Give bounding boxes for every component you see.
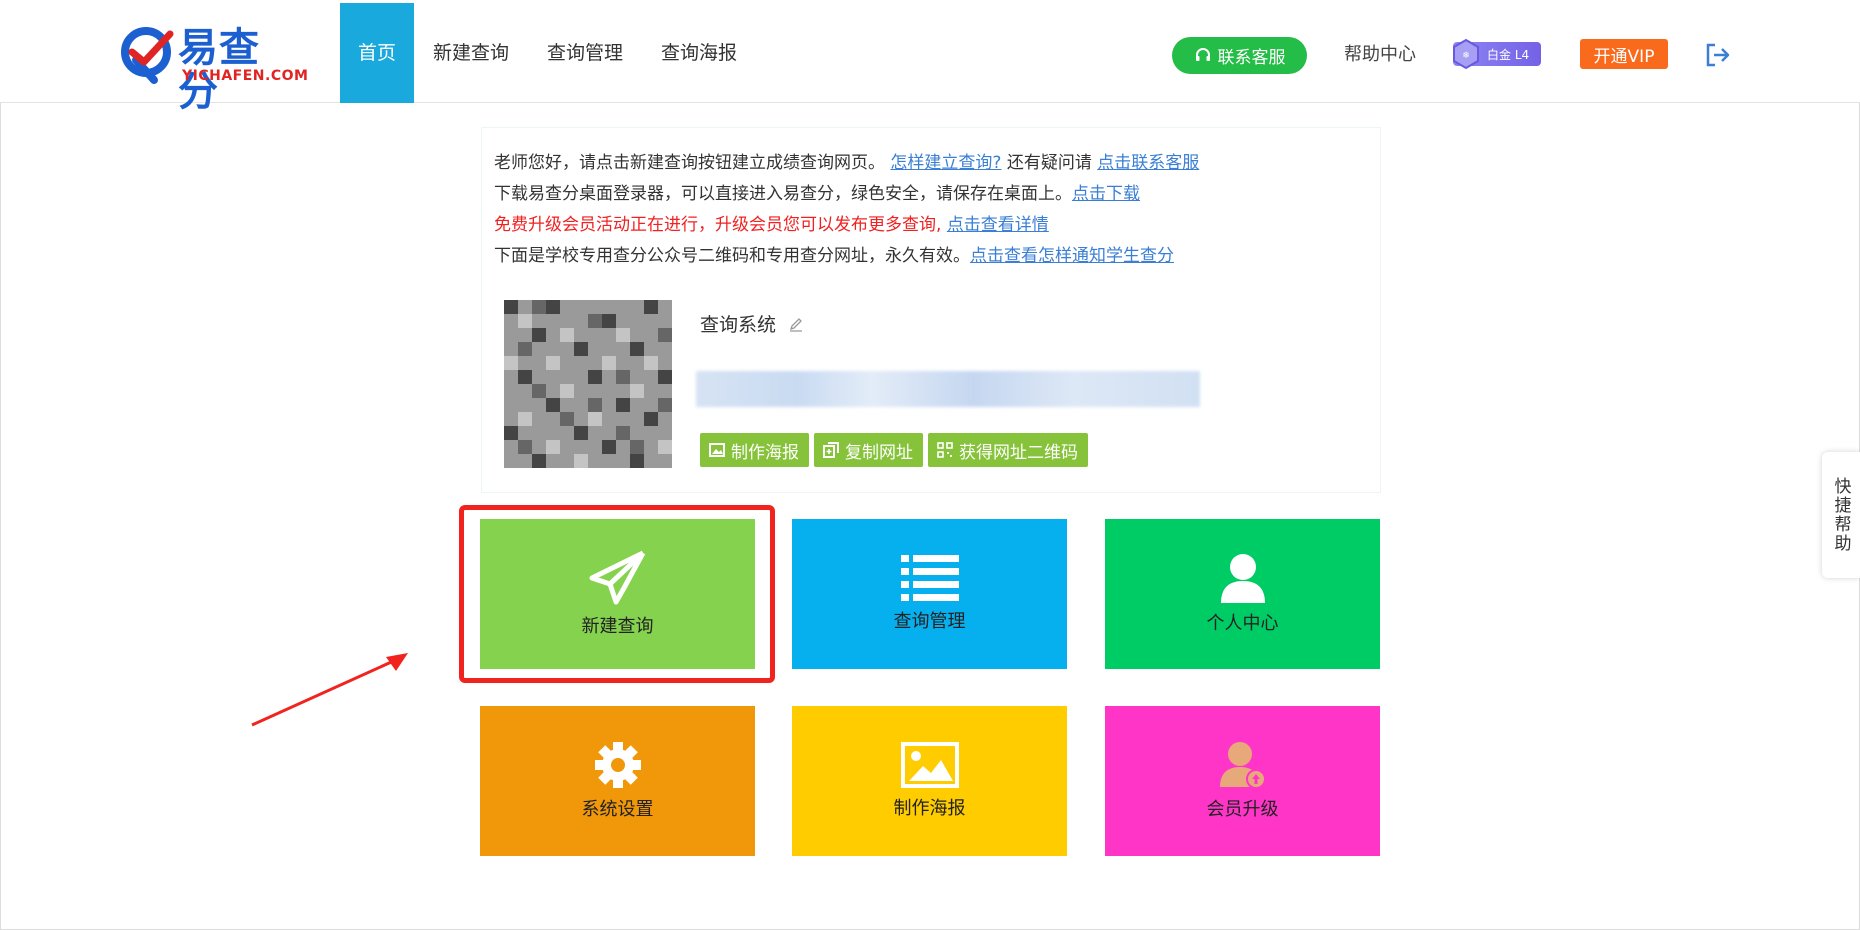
top-header: 易查分 YICHAFEN.COM 首页 新建查询 查询管理 查询海报 联系客服 … [0,0,1860,114]
notice-line-2-text: 下载易查分桌面登录器，可以直接进入易查分，绿色安全，请保存在桌面上。 [494,184,1072,204]
site-logo[interactable]: 易查分 YICHAFEN.COM [120,22,308,114]
tile-personal-center-label: 个人中心 [1206,613,1279,634]
logout-icon[interactable] [1705,42,1731,68]
image-icon [900,742,959,788]
download-link[interactable]: 点击下载 [1072,184,1140,204]
tile-make-poster[interactable]: 制作海报 [792,706,1067,856]
get-url-qrcode-label: 获得网址二维码 [959,442,1078,463]
contact-service-button[interactable]: 联系客服 [1172,37,1307,74]
make-poster-label: 制作海报 [731,442,799,463]
query-system-title: 查询系统 [700,310,804,337]
level-hexagon-icon: ❄ [1453,38,1479,70]
tile-member-upgrade[interactable]: 会员升级 [1105,706,1380,856]
notice-line-1: 老师您好，请点击新建查询按钮建立成绩查询网页。 怎样建立查询? 还有疑问请 点击… [494,148,1199,173]
tile-query-management-label: 查询管理 [893,611,966,632]
highlight-box [459,505,775,683]
member-level-label: 白金 L4 [1487,47,1530,62]
qr-code-pixelated [504,300,672,468]
main-nav: 首页 新建查询 查询管理 查询海报 [340,3,756,103]
notice-line-1-mid: 还有疑问请 [1006,153,1092,173]
make-poster-button[interactable]: 制作海报 [700,433,809,467]
tile-personal-center[interactable]: 个人中心 [1105,519,1380,669]
qrcode-small-icon [937,442,953,458]
copy-icon [823,442,839,458]
nav-item-query-management[interactable]: 查询管理 [528,3,642,103]
get-url-qrcode-button[interactable]: 获得网址二维码 [928,433,1088,467]
member-level-badge[interactable]: ❄ 白金 L4 [1453,38,1541,70]
qr-code-image [504,300,672,468]
logo-subtext: YICHAFEN.COM [182,68,309,84]
nav-item-home[interactable]: 首页 [340,3,415,103]
edit-pencil-icon[interactable] [788,316,804,332]
nav-item-query-poster[interactable]: 查询海报 [642,3,756,103]
contact-service-label: 联系客服 [1217,48,1286,68]
nav-item-new-query[interactable]: 新建查询 [414,3,528,103]
system-action-buttons: 制作海报 复制网址 获得网址二维码 [700,433,1088,467]
view-details-link[interactable]: 点击查看详情 [947,215,1049,235]
help-center-link[interactable]: 帮助中心 [1344,40,1416,66]
member-upgrade-icon [1219,742,1266,789]
how-to-create-link[interactable]: 怎样建立查询? [890,153,1001,173]
logo-mark-icon [121,27,174,84]
svg-text:❄: ❄ [1462,51,1470,61]
notice-line-3: 免费升级会员活动正在进行，升级会员您可以发布更多查询, 点击查看详情 [494,210,1049,235]
copy-url-button[interactable]: 复制网址 [814,433,923,467]
contact-service-link[interactable]: 点击联系客服 [1097,153,1199,173]
query-system-title-text: 查询系统 [700,314,777,336]
notice-line-4-text: 下面是学校专用查分公众号二维码和专用查分网址，永久有效。 [494,246,970,266]
tile-member-upgrade-label: 会员升级 [1206,799,1279,820]
list-icon [900,555,959,601]
notice-line-1-text: 老师您好，请点击新建查询按钮建立成绩查询网页。 [494,153,885,173]
tile-query-management[interactable]: 查询管理 [792,519,1067,669]
copy-url-label: 复制网址 [845,442,913,463]
notice-line-4: 下面是学校专用查分公众号二维码和专用查分网址，永久有效。点击查看怎样通知学生查分 [494,241,1174,266]
tile-system-settings[interactable]: 系统设置 [480,706,755,856]
open-vip-button[interactable]: 开通VIP [1580,39,1668,69]
quick-help-label: 快捷帮助 [1830,477,1851,553]
image-small-icon [709,443,725,457]
gear-icon [594,742,641,788]
tile-make-poster-label: 制作海报 [893,798,966,819]
user-icon [1220,554,1265,603]
query-url-blurred [696,371,1200,407]
notice-line-3-text: 免费升级会员活动正在进行，升级会员您可以发布更多查询, [494,215,942,235]
notice-line-2: 下载易查分桌面登录器，可以直接进入易查分，绿色安全，请保存在桌面上。点击下载 [494,179,1140,204]
notify-students-link[interactable]: 点击查看怎样通知学生查分 [970,246,1174,266]
tile-system-settings-label: 系统设置 [581,799,654,820]
quick-help-tab[interactable]: 快捷帮助 [1822,452,1860,578]
headset-icon [1195,47,1210,61]
annotation-arrow-icon [251,653,408,727]
notice-panel: 老师您好，请点击新建查询按钮建立成绩查询网页。 怎样建立查询? 还有疑问请 点击… [481,127,1381,493]
